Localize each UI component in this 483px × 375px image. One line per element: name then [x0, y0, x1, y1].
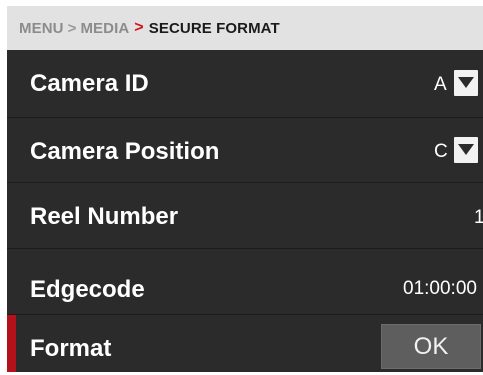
chevron-down-icon [458, 144, 474, 155]
chevron-down-icon [458, 77, 474, 88]
selected-row-marker [7, 315, 16, 372]
breadcrumb: MENU > MEDIA > SECURE FORMAT [7, 6, 483, 50]
breadcrumb-media[interactable]: MEDIA [80, 20, 129, 37]
reel-number-row[interactable]: Reel Number 1 [7, 183, 483, 249]
camera-position-row[interactable]: Camera Position C [7, 118, 483, 183]
camera-position-label: Camera Position [30, 138, 220, 165]
breadcrumb-menu[interactable]: MENU [19, 20, 64, 37]
ok-button[interactable]: OK [381, 324, 481, 369]
format-label: Format [30, 335, 112, 362]
reel-number-label: Reel Number [30, 203, 179, 230]
secure-format-screen: MENU > MEDIA > SECURE FORMAT Camera ID A… [7, 6, 483, 372]
reel-number-value: 1 [474, 207, 483, 228]
camera-position-value: C [434, 141, 448, 162]
breadcrumb-separator: > [67, 19, 77, 37]
camera-id-label: Camera ID [30, 70, 149, 97]
edgecode-value: 01:00:00 [403, 278, 477, 299]
breadcrumb-current-separator: > [134, 19, 144, 36]
camera-id-dropdown-button[interactable] [454, 70, 478, 96]
edgecode-row[interactable]: Edgecode 01:00:00 [7, 249, 483, 315]
camera-position-dropdown-button[interactable] [454, 137, 478, 163]
format-row[interactable]: Format OK [7, 315, 483, 372]
camera-id-row[interactable]: Camera ID A [7, 50, 483, 118]
camera-id-value: A [434, 74, 447, 95]
breadcrumb-current: SECURE FORMAT [148, 19, 280, 37]
edgecode-label: Edgecode [30, 276, 145, 303]
